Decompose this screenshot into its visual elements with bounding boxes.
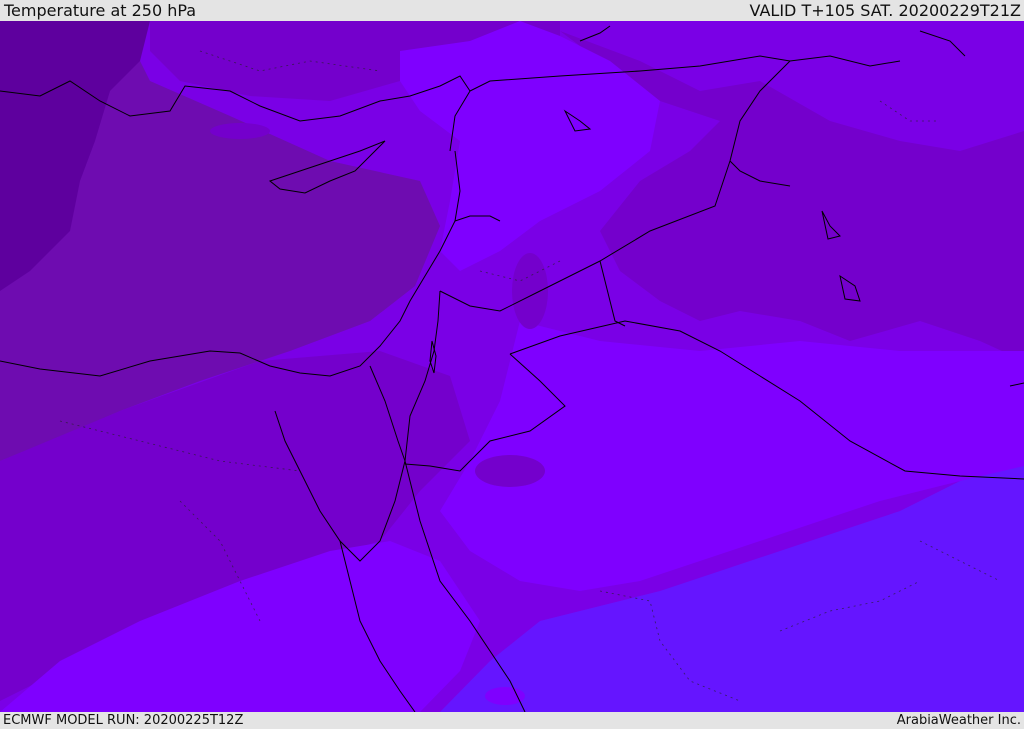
map-title: Temperature at 250 hPa bbox=[4, 1, 197, 20]
temperature-blob-north-arabia bbox=[475, 455, 545, 487]
header-bar: Temperature at 250 hPa VALID T+105 SAT. … bbox=[0, 0, 1024, 21]
map-canvas[interactable] bbox=[0, 21, 1024, 712]
temperature-blob-red-sea bbox=[485, 687, 525, 705]
temperature-blob-jordan bbox=[512, 253, 548, 329]
model-run: ECMWF MODEL RUN: 20200225T12Z bbox=[3, 713, 244, 728]
credit: ArabiaWeather Inc. bbox=[896, 713, 1021, 728]
temperature-map bbox=[0, 21, 1024, 712]
valid-time: VALID T+105 SAT. 20200229T21Z bbox=[749, 1, 1021, 20]
temperature-blob-turkey bbox=[210, 123, 270, 139]
footer-bar: ECMWF MODEL RUN: 20200225T12Z ArabiaWeat… bbox=[0, 712, 1024, 729]
